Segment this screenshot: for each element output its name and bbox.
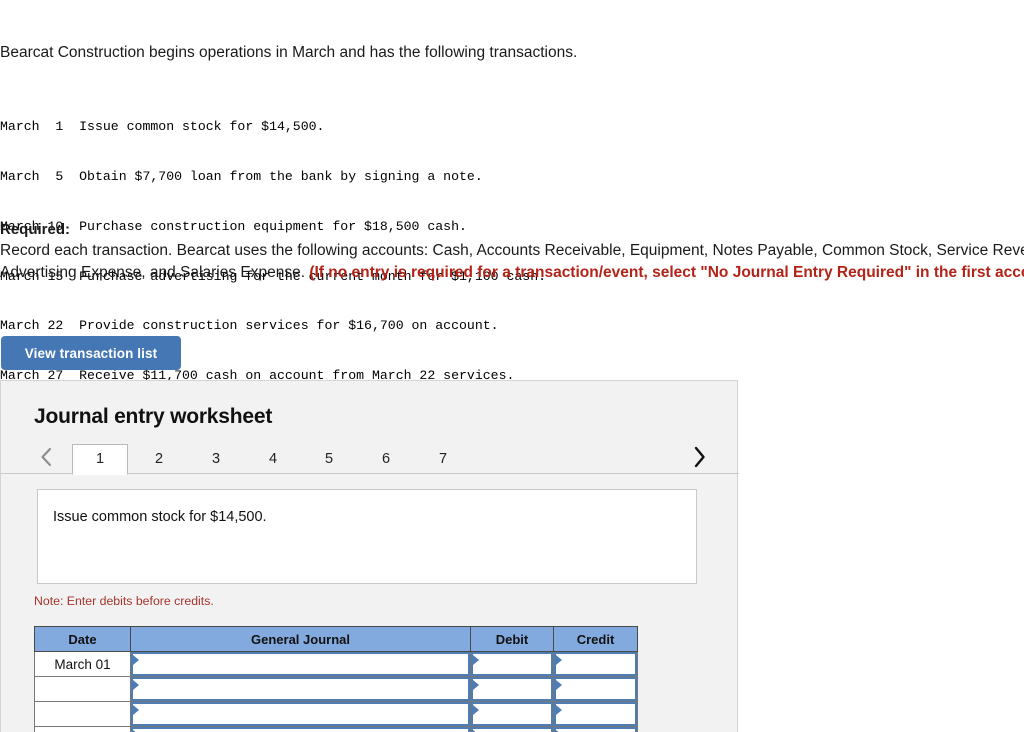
- credit-input-wrapper: [554, 677, 637, 701]
- journal-entry-table: Date General Journal Debit Credit March …: [34, 626, 638, 732]
- account-input[interactable]: [141, 679, 467, 699]
- date-cell: March 01: [34, 651, 131, 677]
- credit-cell[interactable]: [553, 676, 638, 702]
- table-row: [34, 701, 638, 727]
- column-header-general-journal: General Journal: [130, 626, 471, 652]
- transaction-description-text: Issue common stock for $14,500.: [53, 509, 267, 525]
- debit-cell[interactable]: [470, 726, 554, 732]
- account-cell[interactable]: [130, 701, 471, 727]
- account-input-wrapper: [131, 727, 470, 732]
- debit-input-wrapper: [471, 652, 553, 676]
- date-cell: [34, 701, 131, 727]
- dropdown-marker-icon: [473, 680, 479, 690]
- view-transaction-list-button[interactable]: View transaction list: [1, 336, 181, 370]
- account-input-wrapper: [131, 652, 470, 676]
- debit-input[interactable]: [481, 654, 550, 674]
- chevron-right-icon[interactable]: [684, 441, 714, 473]
- tab-2[interactable]: 2: [131, 444, 187, 474]
- required-instructions: Record each transaction. Bearcat uses th…: [0, 240, 1024, 284]
- required-heading: Required:: [0, 221, 71, 238]
- dropdown-marker-icon: [556, 680, 562, 690]
- dropdown-marker-icon: [473, 705, 479, 715]
- account-input[interactable]: [141, 704, 467, 724]
- required-warning-text: (If no entry is required for a transacti…: [309, 264, 1024, 281]
- credit-input[interactable]: [564, 679, 634, 699]
- debit-input-wrapper: [471, 702, 553, 726]
- credit-input[interactable]: [564, 654, 634, 674]
- credit-cell[interactable]: [553, 701, 638, 727]
- problem-intro: Bearcat Construction begins operations i…: [0, 44, 578, 61]
- table-row: [34, 726, 638, 732]
- debit-input-wrapper: [471, 727, 553, 732]
- transaction-description-box: Issue common stock for $14,500.: [37, 489, 697, 584]
- tab-4[interactable]: 4: [245, 444, 301, 474]
- account-input[interactable]: [141, 654, 467, 674]
- credit-cell[interactable]: [553, 651, 638, 677]
- credit-input[interactable]: [564, 704, 634, 724]
- worksheet-tabbar: 1 2 3 4 5 6 7: [1, 441, 739, 475]
- worksheet-title: Journal entry worksheet: [34, 405, 273, 428]
- dropdown-marker-icon: [133, 655, 139, 665]
- chevron-left-icon[interactable]: [31, 441, 61, 473]
- account-input-wrapper: [131, 702, 470, 726]
- credit-input-wrapper: [554, 702, 637, 726]
- account-cell[interactable]: [130, 676, 471, 702]
- table-row: [34, 676, 638, 702]
- debit-cell[interactable]: [470, 701, 554, 727]
- dropdown-marker-icon: [556, 705, 562, 715]
- transaction-line: March 10 Purchase construction equipment…: [0, 218, 467, 234]
- column-header-date: Date: [34, 626, 131, 652]
- debit-input[interactable]: [481, 704, 550, 724]
- table-header-row: Date General Journal Debit Credit: [34, 626, 638, 652]
- table-row: March 01: [34, 651, 638, 677]
- credit-cell[interactable]: [553, 726, 638, 732]
- transaction-line: March 5 Obtain $7,700 loan from the bank…: [0, 168, 483, 184]
- date-cell: [34, 726, 131, 732]
- journal-entry-worksheet-panel: Journal entry worksheet 1 2 3 4 5 6 7 Is…: [0, 380, 739, 732]
- tab-1[interactable]: 1: [72, 444, 128, 475]
- dropdown-marker-icon: [133, 705, 139, 715]
- tab-5[interactable]: 5: [301, 444, 357, 474]
- tab-7[interactable]: 7: [415, 444, 471, 474]
- account-input-wrapper: [131, 677, 470, 701]
- debit-input[interactable]: [481, 679, 550, 699]
- debits-before-credits-note: Note: Enter debits before credits.: [34, 594, 214, 608]
- column-header-debit: Debit: [470, 626, 554, 652]
- debit-cell[interactable]: [470, 651, 554, 677]
- column-header-credit: Credit: [553, 626, 638, 652]
- transaction-line: March 22 Provide construction services f…: [0, 318, 499, 334]
- account-cell[interactable]: [130, 726, 471, 732]
- account-cell[interactable]: [130, 651, 471, 677]
- tab-6[interactable]: 6: [358, 444, 414, 474]
- transaction-line: March 1 Issue common stock for $14,500.: [0, 119, 325, 135]
- date-cell: [34, 676, 131, 702]
- debit-input-wrapper: [471, 677, 553, 701]
- dropdown-marker-icon: [133, 680, 139, 690]
- page-root: Bearcat Construction begins operations i…: [0, 0, 1024, 732]
- dropdown-marker-icon: [473, 655, 479, 665]
- debit-cell[interactable]: [470, 676, 554, 702]
- credit-input-wrapper: [554, 727, 637, 732]
- tab-3[interactable]: 3: [188, 444, 244, 474]
- dropdown-marker-icon: [556, 655, 562, 665]
- credit-input-wrapper: [554, 652, 637, 676]
